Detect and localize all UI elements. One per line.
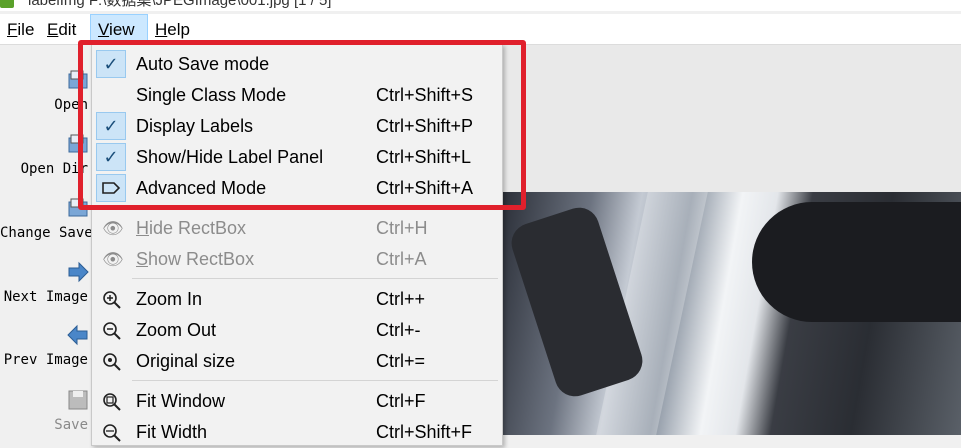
loaded-image (502, 192, 961, 435)
prev-image-button[interactable]: Prev Image (0, 315, 92, 377)
change-save-dir-button[interactable]: Change Save Dir (0, 188, 92, 250)
open-button[interactable]: Open (0, 60, 92, 122)
title-bar: labelImg F:\数据集\JPEGImage\001.jpg [1 / 5… (0, 0, 961, 11)
zoom-in-icon (103, 291, 121, 309)
folder-icon (68, 70, 88, 89)
save-icon (68, 390, 88, 410)
open-dir-button[interactable]: Open Dir (0, 124, 92, 186)
menu-item-original-size[interactable]: Original size Ctrl+= (92, 346, 500, 377)
menu-item-advanced-mode[interactable]: Advanced Mode Ctrl+Shift+A (92, 173, 500, 204)
window-title: labelImg F:\数据集\JPEGImage\001.jpg [1 / 5… (28, 0, 332, 9)
menu-item-zoom-in[interactable]: Zoom In Ctrl++ (92, 284, 500, 315)
menu-item-zoom-out[interactable]: Zoom Out Ctrl+- (92, 315, 500, 346)
menu-item-show-rectbox[interactable]: 👁 Show RectBox Ctrl+A (92, 244, 500, 275)
menu-item-auto-save-mode[interactable]: ✓ Auto Save mode (92, 49, 500, 80)
app-icon (0, 0, 14, 8)
menu-file[interactable]: File (0, 14, 41, 44)
menu-separator (132, 208, 498, 209)
menu-edit[interactable]: Edit (40, 14, 83, 44)
menu-item-single-class-mode[interactable]: Single Class Mode Ctrl+Shift+S (92, 80, 500, 111)
zoom-out-icon (103, 322, 121, 340)
view-menu-dropdown: ✓ Auto Save mode Single Class Mode Ctrl+… (91, 44, 503, 446)
menu-item-fit-width[interactable]: Fit Width Ctrl+Shift+F (92, 417, 500, 448)
next-image-button[interactable]: Next Image (0, 252, 92, 314)
menu-help[interactable]: Help (148, 14, 197, 44)
menu-view[interactable]: View (90, 14, 148, 44)
zoom-original-icon (103, 353, 121, 371)
menu-item-fit-window[interactable]: Fit Window Ctrl+F (92, 386, 500, 417)
fit-window-icon (103, 393, 121, 411)
menu-item-hide-rectbox[interactable]: 👁 Hide RectBox Ctrl+H (92, 213, 500, 244)
label-tag-icon (96, 174, 126, 202)
folder-icon (68, 198, 88, 217)
menu-item-show-hide-label-panel[interactable]: ✓ Show/Hide Label Panel Ctrl+Shift+L (92, 142, 500, 173)
save-button[interactable]: Save (0, 380, 92, 442)
menu-bar: File Edit View Help (0, 14, 961, 45)
check-icon: ✓ (96, 50, 126, 78)
check-icon: ✓ (96, 112, 126, 140)
arrow-right-icon (68, 261, 89, 283)
eye-icon: 👁 (102, 219, 124, 238)
fit-width-icon (103, 424, 121, 442)
menu-separator (132, 380, 498, 381)
left-toolbar: Open Open Dir Change Save Dir Next Image… (0, 45, 92, 435)
folder-icon (68, 134, 88, 153)
check-icon: ✓ (96, 143, 126, 171)
menu-separator (132, 278, 498, 279)
menu-item-display-labels[interactable]: ✓ Display Labels Ctrl+Shift+P (92, 111, 500, 142)
eye-icon: 👁 (102, 250, 124, 269)
arrow-left-icon (67, 324, 88, 346)
